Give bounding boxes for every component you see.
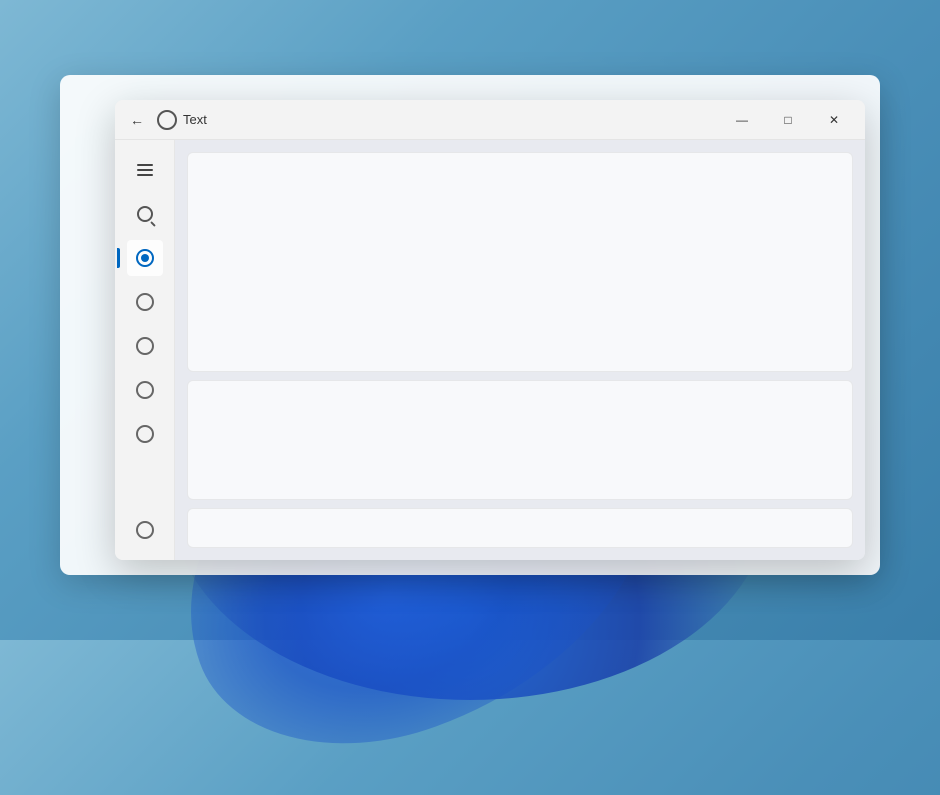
content-panel-bottom xyxy=(187,508,853,548)
radio-icon-5 xyxy=(136,425,154,443)
radio-icon-4 xyxy=(136,381,154,399)
maximize-button[interactable]: □ xyxy=(765,100,811,140)
radio-icon-6 xyxy=(136,521,154,539)
hamburger-icon xyxy=(137,164,153,176)
sidebar-item-6[interactable] xyxy=(127,512,163,548)
title-bar-left: ← Text xyxy=(123,106,719,134)
sidebar-item-2[interactable] xyxy=(127,284,163,320)
sidebar-item-5[interactable] xyxy=(127,416,163,452)
sidebar-item-menu[interactable] xyxy=(127,152,163,188)
minimize-button[interactable]: — xyxy=(719,100,765,140)
radio-icon-3 xyxy=(136,337,154,355)
sidebar-item-3[interactable] xyxy=(127,328,163,364)
window-controls: — □ ✕ xyxy=(719,100,857,140)
content-panel-top xyxy=(187,152,853,372)
title-circle-icon xyxy=(157,110,177,130)
sidebar xyxy=(115,140,175,560)
back-button[interactable]: ← xyxy=(123,106,151,134)
minimize-icon: — xyxy=(736,113,748,127)
content-area xyxy=(115,140,865,560)
window-title: Text xyxy=(183,112,207,127)
sidebar-item-search[interactable] xyxy=(127,196,163,232)
main-content xyxy=(175,140,865,560)
title-bar: ← Text — □ ✕ xyxy=(115,100,865,140)
close-icon: ✕ xyxy=(829,113,839,127)
content-panel-middle xyxy=(187,380,853,500)
close-button[interactable]: ✕ xyxy=(811,100,857,140)
search-icon xyxy=(137,206,153,222)
maximize-icon: □ xyxy=(784,113,791,127)
main-window: ← Text — □ ✕ xyxy=(115,100,865,560)
sidebar-item-1[interactable] xyxy=(127,240,163,276)
back-arrow-icon: ← xyxy=(130,112,144,128)
radio-icon-2 xyxy=(136,293,154,311)
radio-icon-active xyxy=(136,249,154,267)
sidebar-item-4[interactable] xyxy=(127,372,163,408)
